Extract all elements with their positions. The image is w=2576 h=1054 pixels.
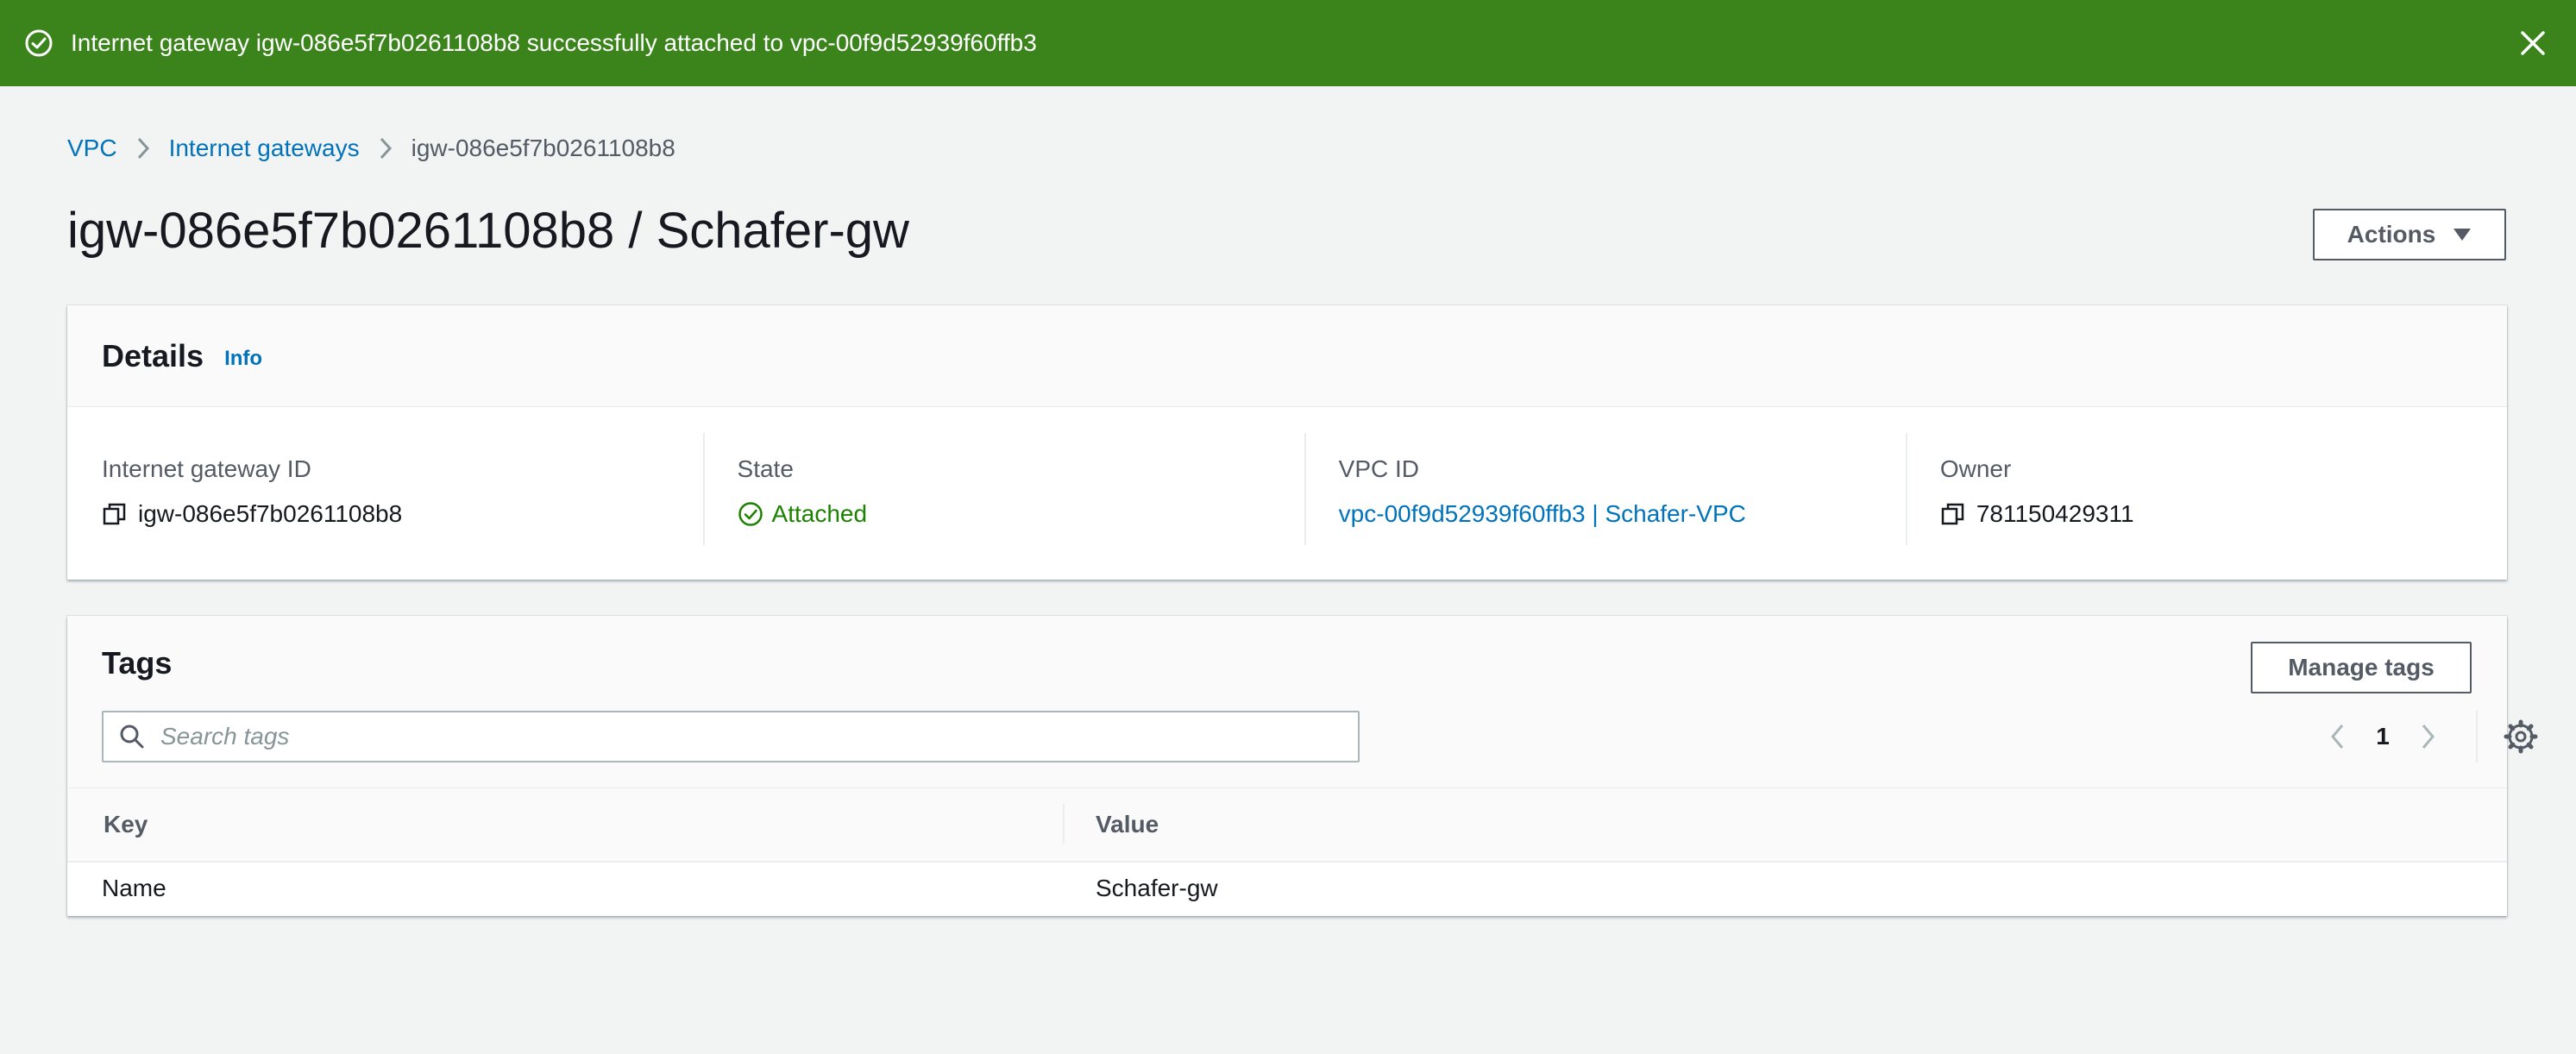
detail-state: State Attached bbox=[702, 433, 1304, 545]
detail-vpc-id: VPC ID vpc-00f9d52939f60ffb3 | Schafer-V… bbox=[1304, 433, 1906, 545]
tags-table-header: Key Value bbox=[67, 788, 2507, 863]
chevron-right-icon bbox=[368, 133, 403, 164]
chevron-right-icon[interactable] bbox=[2409, 716, 2447, 757]
copy-icon[interactable] bbox=[102, 501, 128, 527]
detail-value: igw-086e5f7b0261108b8 bbox=[138, 500, 403, 527]
chevron-left-icon[interactable] bbox=[2319, 716, 2357, 757]
details-panel: Details Info Internet gateway ID igw-086… bbox=[67, 305, 2507, 580]
page-number[interactable]: 1 bbox=[2357, 723, 2409, 750]
flash-message: Internet gateway igw-086e5f7b0261108b8 s… bbox=[71, 29, 1037, 56]
detail-label: Internet gateway ID bbox=[102, 455, 311, 482]
breadcrumb-current: igw-086e5f7b0261108b8 bbox=[411, 135, 675, 161]
actions-dropdown-button[interactable]: Actions bbox=[2313, 209, 2506, 260]
detail-label: State bbox=[737, 455, 794, 482]
check-circle-icon bbox=[24, 28, 53, 58]
details-header: Details Info bbox=[67, 305, 2507, 407]
vpc-link[interactable]: vpc-00f9d52939f60ffb3 | Schafer-VPC bbox=[1339, 500, 1746, 528]
tag-key-cell: Name bbox=[102, 875, 166, 901]
breadcrumb: VPC Internet gateways igw-086e5f7b026110… bbox=[67, 133, 675, 164]
manage-tags-button[interactable]: Manage tags bbox=[2251, 642, 2472, 693]
search-tags-field bbox=[102, 711, 1360, 762]
close-icon[interactable] bbox=[2516, 26, 2550, 60]
gear-icon[interactable] bbox=[2502, 718, 2540, 756]
divider bbox=[2476, 711, 2478, 762]
detail-label: VPC ID bbox=[1338, 455, 1420, 482]
state-value: Attached bbox=[771, 500, 868, 527]
tags-panel: Tags Manage tags 1 bbox=[67, 616, 2538, 916]
caret-down-icon bbox=[2453, 228, 2472, 242]
status-check-icon bbox=[738, 501, 763, 527]
chevron-right-icon bbox=[126, 133, 160, 164]
detail-label: Owner bbox=[1939, 455, 2012, 482]
info-link[interactable]: Info bbox=[224, 347, 262, 371]
details-title: Details bbox=[102, 337, 204, 373]
detail-value: 781150429311 bbox=[1976, 500, 2134, 527]
breadcrumb-internet-gateways-link[interactable]: Internet gateways bbox=[169, 135, 360, 162]
copy-icon[interactable] bbox=[1940, 501, 1966, 527]
pagination: 1 bbox=[2319, 716, 2447, 757]
tags-header: Tags Manage tags 1 bbox=[67, 616, 2538, 788]
search-icon bbox=[119, 724, 145, 750]
tags-title: Tags bbox=[102, 645, 173, 681]
success-flash-banner: Internet gateway igw-086e5f7b0261108b8 s… bbox=[0, 0, 2576, 86]
breadcrumb-vpc-link[interactable]: VPC bbox=[67, 135, 117, 162]
actions-label: Actions bbox=[2347, 221, 2436, 248]
search-tags-input[interactable] bbox=[160, 723, 1334, 750]
table-row: Name Schafer-gw bbox=[67, 863, 2507, 914]
detail-owner: Owner 781150429311 bbox=[1905, 433, 2507, 545]
column-header-value[interactable]: Value bbox=[1063, 804, 1159, 844]
page-title: igw-086e5f7b0261108b8 / Schafer-gw bbox=[67, 203, 909, 259]
tag-value-cell: Schafer-gw bbox=[1096, 875, 1218, 901]
column-header-key[interactable]: Key bbox=[67, 811, 1063, 838]
detail-gateway-id: Internet gateway ID igw-086e5f7b0261108b… bbox=[102, 433, 703, 545]
